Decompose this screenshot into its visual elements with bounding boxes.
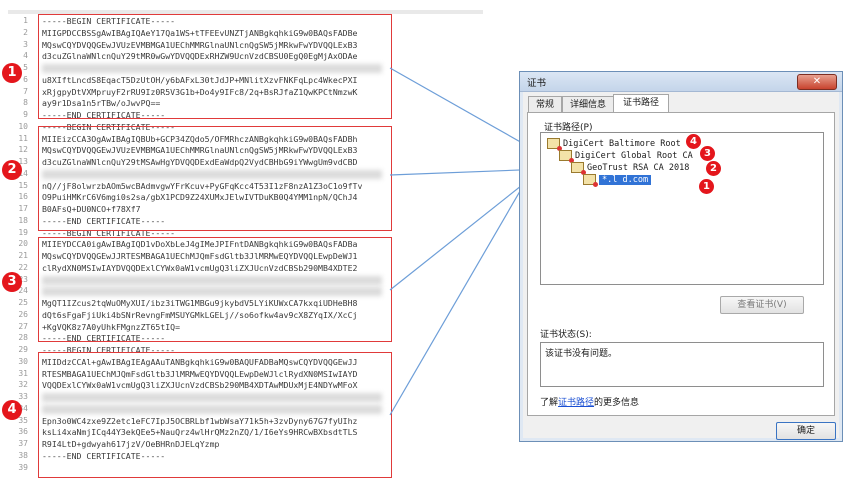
view-certificate-button[interactable]: 查看证书(V) (720, 296, 804, 314)
certificate-icon (583, 174, 598, 187)
tree-badge-3: 3 (700, 146, 715, 161)
tree-node-global-root[interactable]: DigiCert Global Root CA (559, 150, 693, 163)
tree-badge-4: 4 (686, 134, 701, 149)
certificate-icon (547, 138, 562, 151)
certificate-status-text: 该证书没有问题。 (545, 349, 618, 359)
dialog-titlebar: 证书 ✕ (520, 72, 842, 92)
tree-node-leaf[interactable]: *.l d.com (583, 174, 652, 187)
tab-general[interactable]: 常规 (528, 96, 562, 113)
tab-certification-path[interactable]: 证书路径 (613, 94, 669, 114)
tab-details[interactable]: 详细信息 (562, 96, 614, 113)
certificate-status-box: 该证书没有问题。 (540, 342, 824, 387)
certification-path-tree[interactable]: DigiCert Baltimore Root DigiCert Global … (540, 132, 824, 285)
tree-badge-2: 2 (706, 161, 721, 176)
certificate-status-label: 证书状态(S): (540, 330, 592, 340)
dialog-title: 证书 (527, 78, 547, 89)
certificate-icon (559, 150, 574, 163)
tree-node-intermediate[interactable]: GeoTrust RSA CA 2018 (571, 162, 689, 175)
close-button[interactable]: ✕ (797, 74, 837, 90)
learn-more-text: 了解证书路径的更多信息 (540, 398, 640, 408)
ok-button[interactable]: 确定 (776, 422, 836, 440)
tree-node-root[interactable]: DigiCert Baltimore Root (547, 138, 681, 151)
certification-path-link[interactable]: 证书路径 (558, 398, 594, 408)
certificate-icon (571, 162, 586, 175)
certificate-dialog: 证书 ✕ 常规 详细信息 证书路径 证书路径(P) DigiCert Balti… (519, 71, 843, 442)
tree-badge-1: 1 (699, 179, 714, 194)
